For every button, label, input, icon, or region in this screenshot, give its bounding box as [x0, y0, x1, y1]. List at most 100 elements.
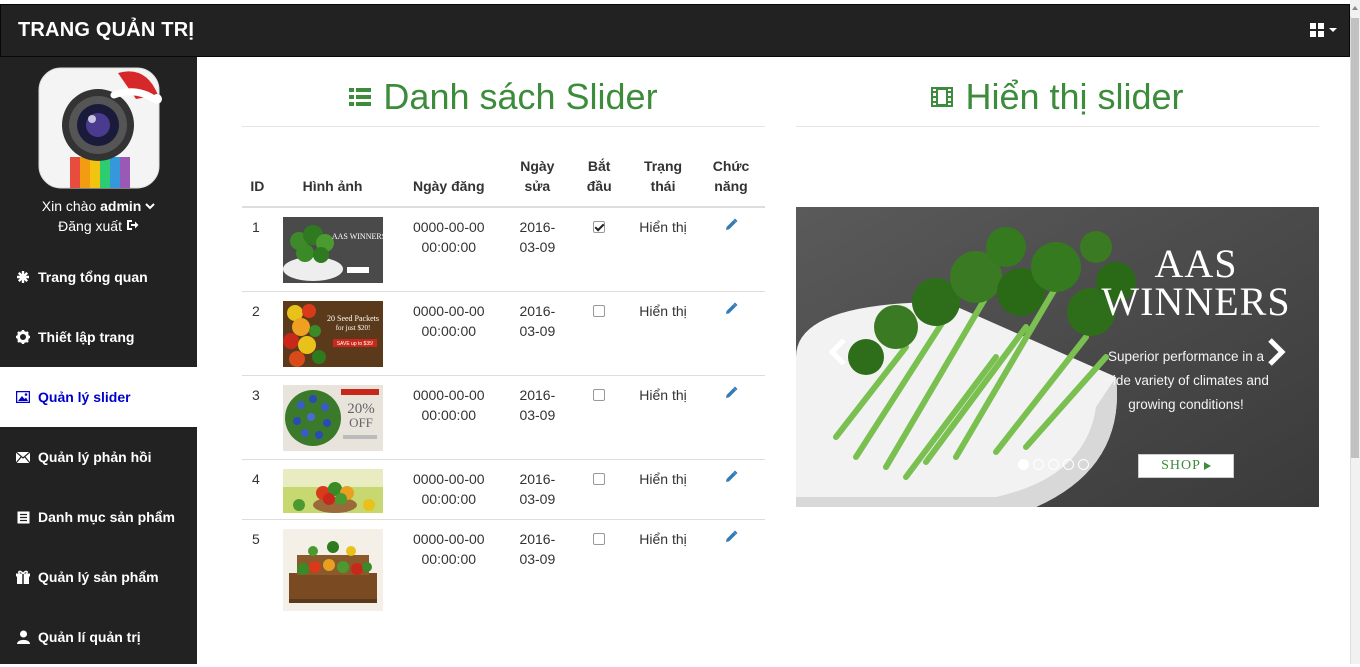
row-image-cell	[272, 459, 393, 520]
row-actions	[697, 375, 765, 460]
greeting-prefix: Xin chào	[41, 198, 97, 214]
sidebar-item-dashboard[interactable]: Trang tổng quan	[0, 247, 197, 307]
scroll-up-arrow[interactable]	[1350, 0, 1360, 16]
row-actions	[697, 519, 765, 619]
row-start-checkbox-cell	[569, 207, 629, 292]
thumb-text: AAS WINNERS	[331, 232, 382, 241]
row-id: 1	[252, 219, 260, 235]
slide-indicator[interactable]	[1078, 459, 1089, 470]
sidebar-item-label: Quản lý sản phẩm	[38, 569, 159, 585]
row-modified: 2016-03-09	[505, 375, 570, 460]
slide-indicator[interactable]	[1033, 459, 1044, 470]
prev-slide-arrow[interactable]	[826, 337, 848, 376]
thumb-text: 20 Seed Packets	[327, 314, 379, 323]
row-created: 0000-00-00 00:00:00	[392, 375, 506, 460]
start-checkbox[interactable]	[593, 533, 606, 545]
table-row: 4 0000-00-00 00:00:00 2016-03-09 Hiển th…	[242, 459, 765, 520]
thumb-text: for just $20!	[335, 324, 370, 332]
row-created: 0000-00-00 00:00:00	[412, 219, 485, 255]
avatar	[38, 67, 162, 189]
slider-carousel[interactable]: AAS WINNERS Superior performance in a wi…	[796, 207, 1319, 507]
slide-indicator[interactable]	[1018, 459, 1029, 470]
scrollbar-thumb[interactable]	[1351, 18, 1359, 458]
edit-pencil-icon[interactable]	[724, 218, 738, 232]
vegetable-crate-thumbnail	[282, 529, 383, 611]
slider-table: ID Hình ảnh Ngày đăng Ngày sửa Bắt đầu T…	[242, 150, 765, 619]
row-status: Hiển thị	[629, 291, 698, 376]
logout-label: Đăng xuất	[58, 218, 122, 234]
slide-indicator[interactable]	[1063, 459, 1074, 470]
edit-pencil-icon[interactable]	[724, 386, 738, 400]
table-row: 2 20 Seed Packets for just $20! SAVE up …	[242, 291, 765, 376]
start-checkbox[interactable]	[593, 473, 606, 485]
sidebar-nav: Trang tổng quan Thiết lập trang Quản lý …	[0, 247, 197, 667]
app-title[interactable]: TRANG QUẢN TRỊ	[18, 19, 194, 42]
start-checkbox[interactable]	[593, 305, 606, 317]
chevron-right-icon	[1268, 338, 1286, 366]
sidebar-item-label: Quản lý phản hồi	[38, 449, 152, 465]
row-created: 0000-00-00 00:00:00	[392, 519, 506, 619]
row-image-cell: 20% OFF	[272, 375, 393, 460]
row-image-cell	[272, 519, 393, 619]
sidebar-item-label: Quản lý slider	[38, 389, 131, 405]
next-slide-arrow[interactable]	[1266, 337, 1288, 376]
table-row: 5 0000-00-00 00:00:00 2016-03-09 Hiển th…	[242, 519, 765, 619]
user-icon	[15, 629, 31, 645]
sidebar-item-label: Thiết lập trang	[38, 329, 135, 345]
table-row: 1 AAS WINNERS 0000-00-00 00:00:00 2016-0…	[242, 207, 765, 292]
play-arrow-icon	[1203, 462, 1211, 470]
thumb-text: OFF	[349, 415, 373, 430]
slider-preview-title-text: Hiển thị slider	[965, 76, 1184, 117]
col-start: Bắt đầu	[569, 150, 630, 208]
slide-subtitle-line: Superior performance in a	[1107, 349, 1265, 364]
logout-link[interactable]: Đăng xuất	[0, 218, 197, 234]
slider-list-title-text: Danh sách Slider	[383, 76, 658, 117]
page-scrollbar[interactable]	[1350, 0, 1360, 664]
sidebar-item-page-settings[interactable]: Thiết lập trang	[0, 307, 197, 367]
slide-heading-line: WINNERS	[1101, 279, 1291, 324]
row-status: Hiển thị	[629, 519, 698, 619]
row-modified: 2016-03-09	[505, 519, 570, 619]
slide-subtitle-line: growing conditions!	[1128, 397, 1244, 412]
slide-heading-line: AAS	[1154, 241, 1238, 286]
edit-pencil-icon[interactable]	[724, 530, 738, 544]
row-id: 2	[242, 291, 273, 376]
slide-indicators	[1018, 459, 1089, 470]
username: admin	[100, 198, 142, 214]
edit-pencil-icon[interactable]	[724, 302, 738, 316]
row-actions	[697, 459, 765, 520]
row-start-checkbox-cell	[569, 459, 630, 520]
edit-pencil-icon[interactable]	[724, 470, 738, 484]
row-start-checkbox-cell	[569, 519, 630, 619]
col-id: ID	[242, 150, 273, 208]
row-modified: 2016-03-09	[505, 459, 570, 520]
sidebar-item-admins[interactable]: Quản lí quản trị	[0, 607, 197, 667]
start-checkbox[interactable]	[593, 221, 606, 233]
col-status: Trạng thái	[629, 150, 698, 208]
sidebar-item-label: Quản lí quản trị	[38, 629, 141, 645]
divider	[242, 126, 765, 127]
shop-button[interactable]: SHOP	[1138, 454, 1234, 478]
row-created: 0000-00-00 00:00:00	[392, 459, 506, 520]
logout-icon	[126, 220, 139, 230]
apps-menu-toggle[interactable]	[1310, 23, 1337, 37]
grid-icon	[1310, 23, 1324, 37]
sidebar-item-label: Trang tổng quan	[38, 269, 148, 285]
row-status: Hiển thị	[639, 219, 687, 235]
slider-preview-title: Hiển thị slider	[796, 74, 1319, 120]
sidebar-item-feedback[interactable]: Quản lý phản hồi	[0, 427, 197, 487]
col-created: Ngày đăng	[392, 150, 506, 208]
top-navbar: TRANG QUẢN TRỊ	[0, 4, 1350, 57]
sidebar-item-slider[interactable]: Quản lý slider	[0, 367, 197, 427]
greeting[interactable]: Xin chào admin	[0, 198, 197, 214]
slide-subtitle: Superior performance in a wide variety o…	[1086, 345, 1286, 417]
thumb-text: SAVE up to $35!	[336, 341, 373, 347]
vegetable-basket-thumbnail	[282, 469, 383, 513]
sidebar-item-product-categories[interactable]: Danh mục sản phẩm	[0, 487, 197, 547]
sidebar-item-products[interactable]: Quản lý sản phẩm	[0, 547, 197, 607]
start-checkbox[interactable]	[593, 389, 606, 401]
slide-indicator[interactable]	[1048, 459, 1059, 470]
picture-icon	[15, 389, 31, 405]
col-modified: Ngày sửa	[505, 150, 570, 208]
row-created: 0000-00-00 00:00:00	[392, 291, 506, 376]
